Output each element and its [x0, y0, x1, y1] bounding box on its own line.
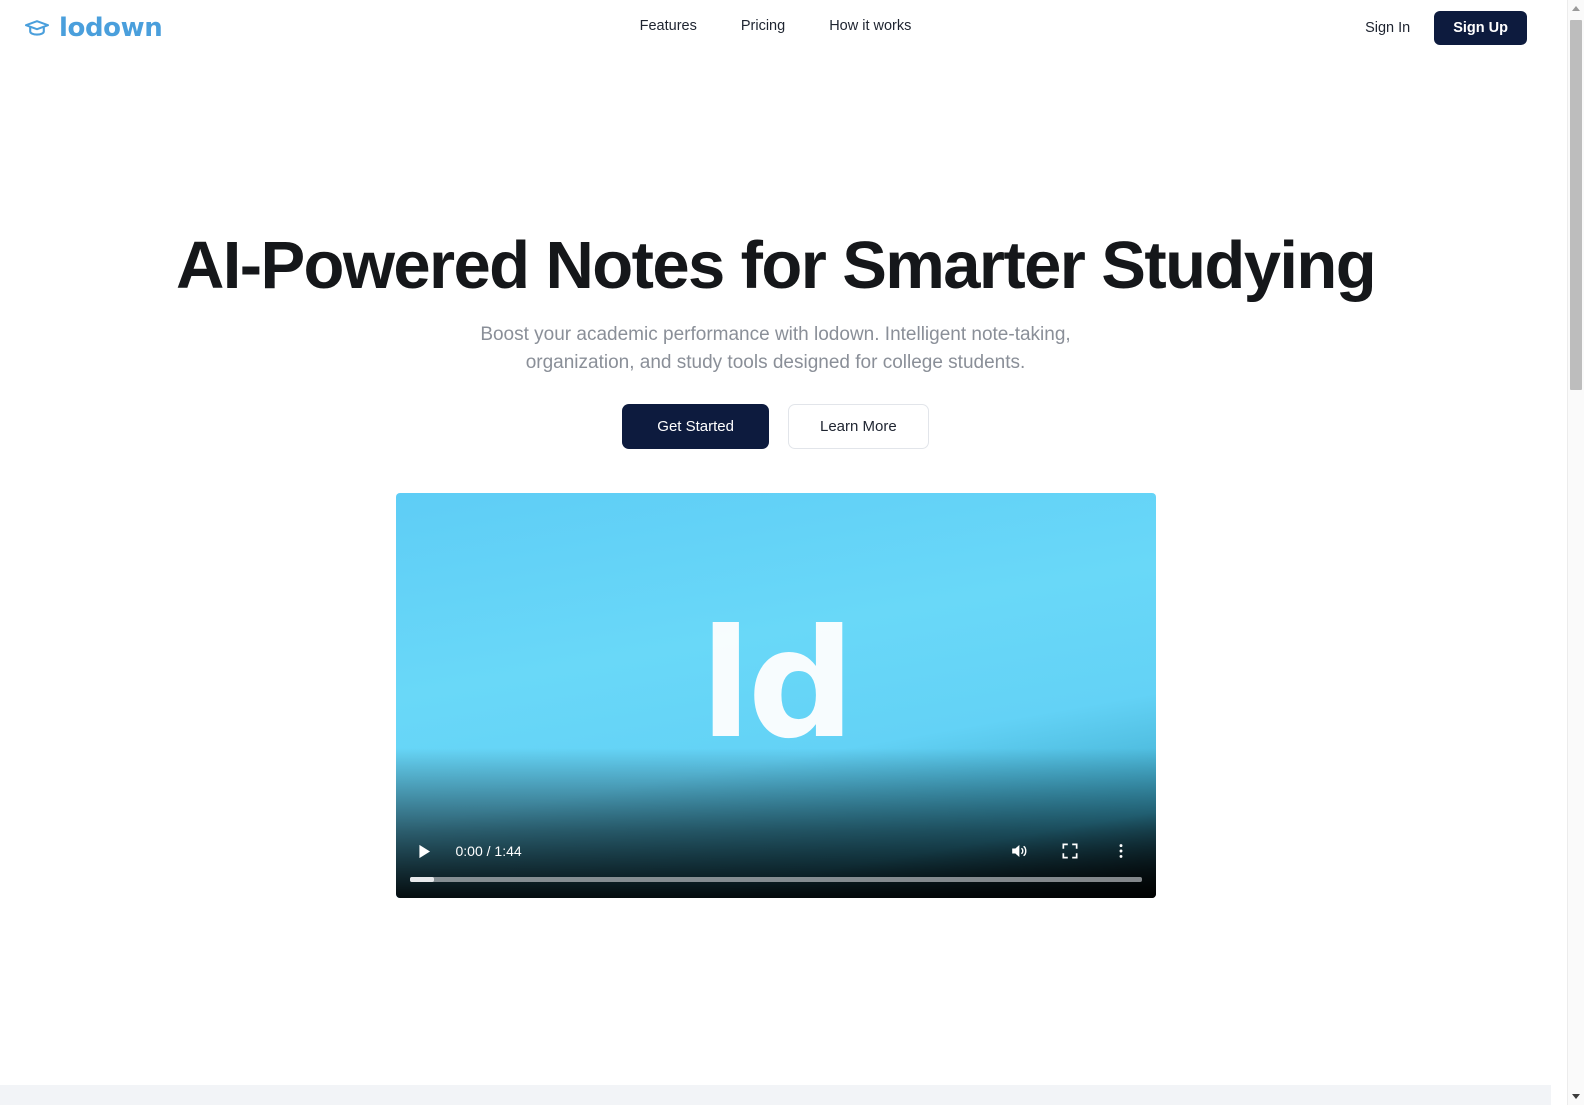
get-started-button[interactable]: Get Started	[622, 404, 769, 450]
video-controls-bar: 0:00 / 1:44	[396, 826, 1156, 898]
brand-logo[interactable]: lodown	[24, 13, 163, 43]
sign-in-link[interactable]: Sign In	[1365, 20, 1410, 36]
brand-name: lodown	[59, 13, 163, 43]
nav-link-features[interactable]: Features	[640, 18, 697, 34]
main-navigation: Features Pricing How it works	[640, 18, 912, 34]
scrollbar-thumb[interactable]	[1570, 20, 1582, 390]
site-header: lodown Features Pricing How it works Sig…	[0, 0, 1551, 56]
video-right-controls	[1004, 836, 1136, 866]
scroll-down-button[interactable]	[1568, 1088, 1584, 1105]
hero-cta-group: Get Started Learn More	[0, 404, 1551, 450]
video-progress-bar[interactable]	[409, 877, 1142, 883]
hero-subtitle: Boost your academic performance with lod…	[480, 324, 1071, 373]
video-time-display: 0:00 / 1:44	[455, 843, 522, 860]
nav-link-pricing[interactable]: Pricing	[741, 18, 785, 34]
video-brand-mark: ld	[700, 597, 855, 772]
learn-more-button[interactable]: Learn More	[788, 404, 929, 450]
graduation-cap-icon	[24, 15, 50, 41]
volume-icon[interactable]	[1004, 836, 1034, 866]
page-bottom-band	[0, 1085, 1551, 1105]
sign-up-button[interactable]: Sign Up	[1434, 11, 1527, 45]
hero-title: AI-Powered Notes for Smarter Studying	[175, 228, 1377, 303]
page-content: lodown Features Pricing How it works Sig…	[0, 0, 1551, 1105]
chevron-down-icon	[1572, 1094, 1580, 1099]
more-options-icon[interactable]	[1106, 836, 1136, 866]
hero-section: AI-Powered Notes for Smarter Studying Bo…	[0, 56, 1551, 899]
chevron-up-icon	[1572, 6, 1580, 11]
page-scrollbar[interactable]	[1567, 0, 1584, 1105]
hero-video-player[interactable]: ld 0:00 / 1:44	[395, 493, 1156, 899]
auth-actions: Sign In Sign Up	[1365, 11, 1527, 45]
play-icon[interactable]	[410, 836, 440, 866]
browser-viewport: lodown Features Pricing How it works Sig…	[0, 0, 1584, 1105]
nav-link-how-it-works[interactable]: How it works	[829, 18, 911, 34]
fullscreen-icon[interactable]	[1055, 836, 1085, 866]
scroll-up-button[interactable]	[1568, 0, 1584, 17]
video-progress-thumb[interactable]	[409, 877, 434, 883]
